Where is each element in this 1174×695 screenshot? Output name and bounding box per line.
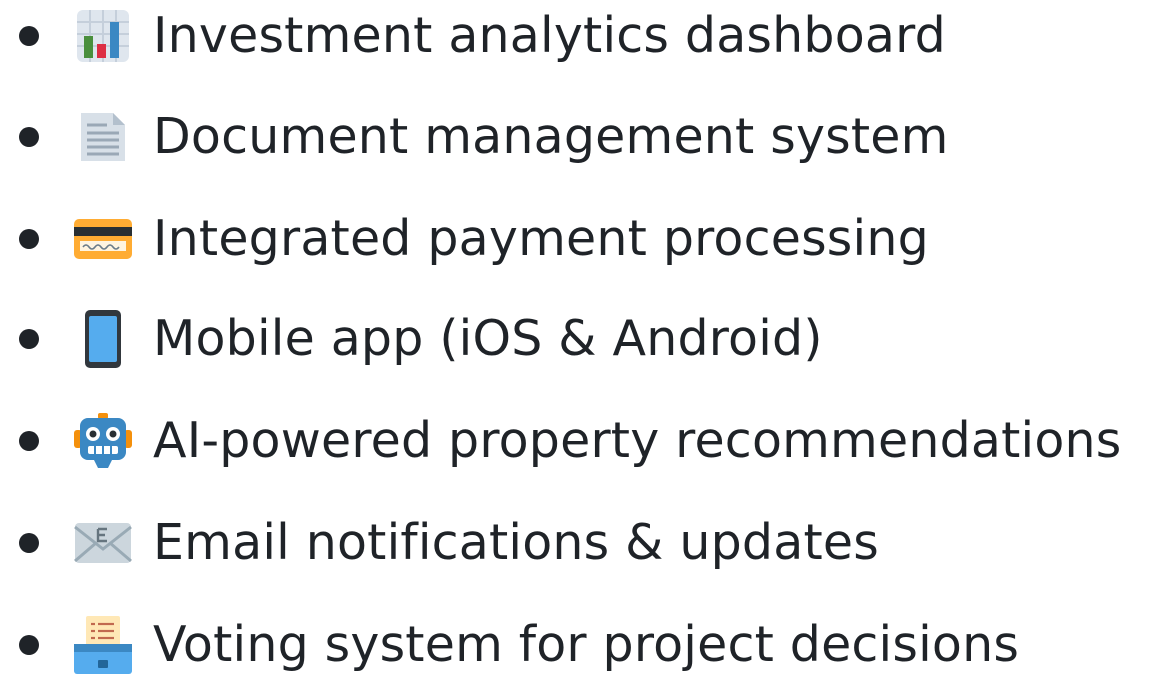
feature-label: Email notifications & updates — [153, 514, 879, 571]
list-item: Document management system — [0, 87, 1174, 187]
feature-label: Investment analytics dashboard — [153, 7, 946, 64]
bullet — [19, 127, 39, 147]
ballot-box-icon — [74, 616, 132, 674]
feature-label: Integrated payment processing — [153, 210, 929, 267]
feature-label: Mobile app (iOS & Android) — [153, 310, 823, 367]
bullet — [19, 635, 39, 655]
bullet — [19, 431, 39, 451]
mobile-phone-icon — [74, 310, 132, 368]
feature-list: Investment analytics dashboard Document … — [0, 0, 1174, 678]
bullet — [19, 26, 39, 46]
document-icon — [74, 108, 132, 166]
feature-label: AI-powered property recommendations — [153, 412, 1122, 469]
bullet — [19, 229, 39, 249]
bullet — [19, 533, 39, 553]
robot-icon — [74, 412, 132, 470]
bullet — [19, 329, 39, 349]
list-item: Email notifications & updates — [0, 493, 1174, 593]
credit-card-icon — [74, 210, 132, 268]
list-item: AI-powered property recommendations — [0, 391, 1174, 491]
list-item: Investment analytics dashboard — [0, 0, 1174, 86]
list-item: Voting system for project decisions — [0, 595, 1174, 695]
email-icon — [74, 514, 132, 572]
list-item: Mobile app (iOS & Android) — [0, 289, 1174, 389]
bar-chart-icon — [74, 7, 132, 65]
list-item: Integrated payment processing — [0, 189, 1174, 289]
feature-label: Document management system — [153, 108, 949, 165]
feature-label: Voting system for project decisions — [153, 616, 1020, 673]
